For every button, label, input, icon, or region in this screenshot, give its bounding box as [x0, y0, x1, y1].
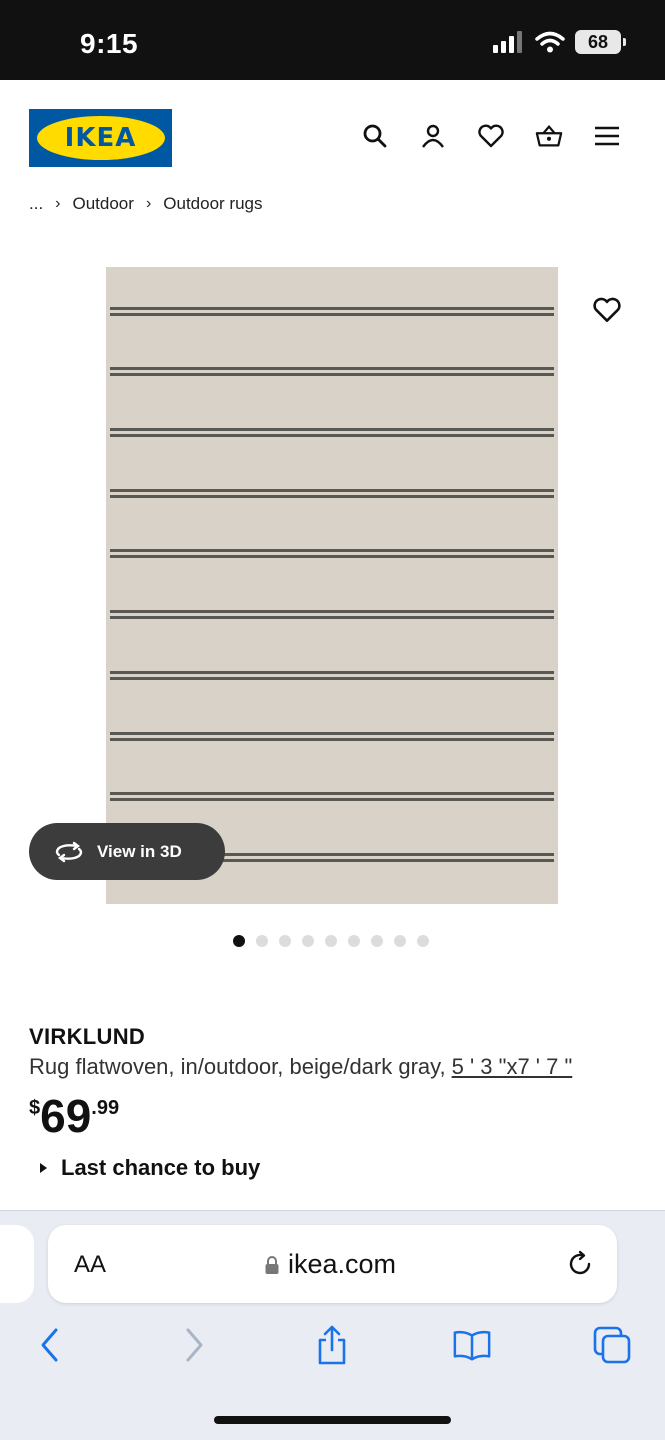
chevron-right-icon: › — [145, 195, 152, 212]
carousel-dot[interactable] — [371, 935, 383, 947]
rotate-3d-icon — [55, 841, 83, 862]
product-price: $ 69 .99 — [29, 1093, 119, 1139]
status-time: 9:15 — [80, 28, 139, 59]
url-display[interactable]: ikea.com — [264, 1249, 396, 1280]
bookmarks-icon[interactable] — [452, 1323, 492, 1367]
home-indicator — [214, 1416, 451, 1424]
breadcrumb-ellipsis[interactable]: ... — [29, 194, 43, 214]
reload-icon[interactable] — [565, 1249, 595, 1279]
product-size-link[interactable]: 5 ' 3 "x7 ' 7 " — [452, 1054, 573, 1079]
back-icon[interactable] — [30, 1323, 70, 1367]
logo-oval: IKEA — [36, 116, 165, 160]
cart-icon[interactable] — [535, 122, 563, 150]
triangle-right-icon — [40, 1163, 47, 1173]
logo-text: IKEA — [64, 123, 137, 153]
carousel-dot[interactable] — [302, 935, 314, 947]
share-icon[interactable] — [312, 1323, 352, 1367]
lock-icon — [265, 1255, 279, 1274]
rug-stripe — [110, 732, 554, 741]
view-in-3d-label: View in 3D — [97, 841, 182, 861]
battery-level: 68 — [587, 31, 609, 52]
availability-toggle[interactable]: Last chance to buy — [40, 1155, 260, 1181]
rug-stripe — [110, 428, 554, 437]
browser-toolbar — [0, 1323, 665, 1373]
carousel-dot[interactable] — [417, 935, 429, 947]
heart-icon[interactable] — [477, 122, 505, 150]
product-description: Rug flatwoven, in/outdoor, beige/dark gr… — [29, 1054, 572, 1080]
carousel-dot[interactable] — [325, 935, 337, 947]
carousel-dot[interactable] — [348, 935, 360, 947]
product-description-text: Rug flatwoven, in/outdoor, beige/dark gr… — [29, 1054, 446, 1079]
status-bar: 9:15 68 — [0, 0, 665, 80]
forward-icon[interactable] — [174, 1323, 214, 1367]
chevron-right-icon: › — [55, 195, 61, 212]
carousel-dot[interactable] — [256, 935, 268, 947]
rug-stripe — [110, 307, 554, 316]
view-in-3d-button[interactable]: View in 3D — [29, 823, 225, 880]
ikea-logo[interactable]: IKEA — [29, 109, 172, 167]
product-image[interactable] — [106, 267, 558, 904]
status-indicators: 68 — [493, 30, 626, 54]
tabs-icon[interactable] — [592, 1323, 632, 1367]
breadcrumb-outdoor-rugs[interactable]: Outdoor rugs — [163, 194, 262, 214]
url-text: ikea.com — [288, 1249, 397, 1279]
battery-indicator: 68 — [575, 30, 626, 54]
rug-stripe — [110, 367, 554, 376]
rug-stripe — [110, 792, 554, 801]
breadcrumb: ... › Outdoor › Outdoor rugs — [29, 194, 263, 214]
previous-tab-preview[interactable] — [0, 1225, 34, 1303]
price-currency: $ — [29, 1097, 41, 1119]
wifi-icon — [535, 31, 565, 53]
account-icon[interactable] — [419, 122, 447, 150]
signal-icon — [493, 31, 522, 53]
carousel-dot[interactable] — [233, 935, 245, 947]
address-bar[interactable]: AA ikea.com — [48, 1225, 617, 1303]
browser-chrome: AA ikea.com — [0, 1210, 665, 1440]
reader-settings-button[interactable]: AA — [74, 1251, 106, 1279]
favorite-heart-icon[interactable] — [592, 296, 622, 326]
header-actions — [361, 122, 621, 150]
rug-stripe — [110, 549, 554, 558]
breadcrumb-outdoor[interactable]: Outdoor — [73, 194, 134, 214]
search-icon[interactable] — [361, 122, 389, 150]
price-decimal: .99 — [91, 1097, 120, 1119]
rug-stripe — [110, 489, 554, 498]
menu-icon[interactable] — [593, 122, 621, 150]
carousel-dots — [233, 935, 429, 947]
availability-label: Last chance to buy — [61, 1155, 261, 1180]
rug-stripe — [110, 671, 554, 680]
price-integer: 69 — [40, 1090, 92, 1142]
product-name: VIRKLUND — [29, 1024, 146, 1049]
carousel-dot[interactable] — [394, 935, 406, 947]
carousel-dot[interactable] — [279, 935, 291, 947]
site-header: IKEA — [0, 80, 665, 190]
rug-stripe — [110, 610, 554, 619]
